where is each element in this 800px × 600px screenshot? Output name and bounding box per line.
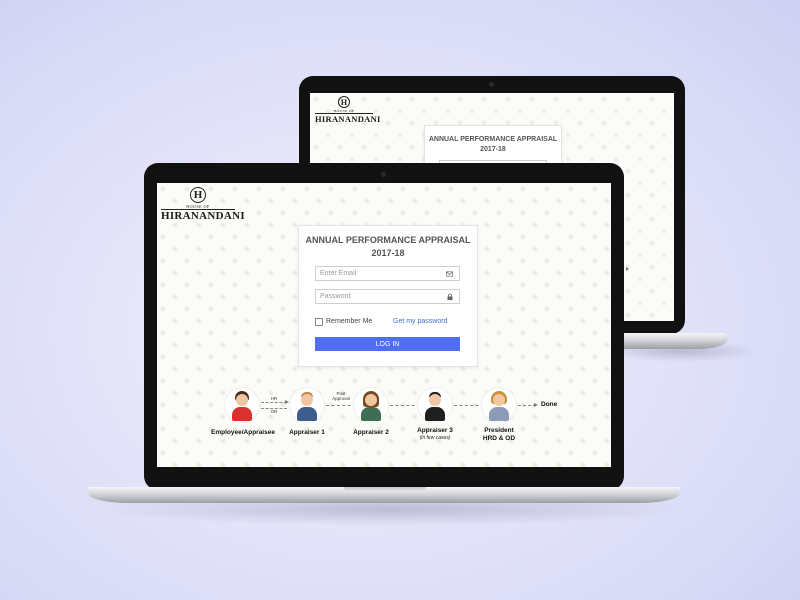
appraiser-2-avatar-icon	[354, 388, 388, 422]
email-placeholder: Enter Email	[320, 270, 357, 277]
back-logo-name: HIRANANDANI	[315, 113, 381, 124]
logo-name: HIRANANDANI	[161, 209, 245, 222]
step-employee-label: Employee/Appraisee	[211, 429, 275, 436]
back-laptop-base	[620, 333, 728, 349]
forgot-password-link[interactable]: Get my password	[393, 318, 447, 325]
password-placeholder: Password	[320, 293, 351, 300]
connector-hr-label: HR	[270, 396, 278, 401]
president-avatar-icon	[482, 388, 516, 422]
appraiser-3-avatar-icon	[418, 388, 452, 422]
connector-approval-label: Approval	[332, 396, 350, 401]
back-logo-mark-icon: H	[338, 96, 350, 108]
appraiser-1-avatar-icon	[290, 388, 324, 422]
login-button[interactable]: LOG IN	[315, 337, 460, 351]
connector-2	[326, 405, 356, 406]
front-laptop-screen: H HOUSE OF HIRANANDANI ANNUAL PERFORMANC…	[157, 183, 611, 467]
step-president-label-line1: President	[484, 427, 514, 434]
lock-icon	[447, 293, 453, 300]
step-appraiser-3-label: Appraiser 3	[417, 427, 453, 434]
front-laptop-notch	[344, 487, 426, 492]
connector-1-top	[261, 402, 287, 403]
email-field[interactable]: Enter Email	[315, 266, 460, 281]
logo-mark-icon: H	[190, 187, 206, 203]
step-president-label-line2: HRD & OD	[482, 435, 516, 442]
step-appraiser-1-label: Appraiser 1	[289, 429, 325, 436]
front-laptop-camera	[381, 172, 386, 177]
connector-1-top-arrow	[285, 399, 289, 404]
login-card: ANNUAL PERFORMANCE APPRAISAL 2017-18 Ent…	[298, 225, 478, 367]
connector-or-label: OR	[270, 409, 278, 414]
connector-5-arrow	[534, 402, 538, 407]
password-field[interactable]: Password	[315, 289, 460, 304]
back-logo: H HOUSE OF HIRANANDANI	[315, 96, 381, 124]
back-laptop-camera	[489, 82, 494, 87]
envelope-icon	[446, 271, 453, 276]
logo: H HOUSE OF HIRANANDANI	[161, 187, 245, 222]
remember-me-label: Remember Me	[326, 318, 373, 325]
step-appraiser-2-label: Appraiser 2	[353, 429, 389, 436]
done-label: Done	[541, 401, 558, 408]
back-flow-arrow-head	[626, 267, 629, 271]
employee-avatar-icon	[225, 388, 259, 422]
login-title-line1: ANNUAL PERFORMANCE APPRAISAL	[305, 235, 471, 245]
login-title-line2: 2017-18	[371, 248, 405, 258]
connector-4	[454, 405, 484, 406]
back-login-title-line2: 2017-18	[480, 146, 506, 153]
connector-3	[390, 405, 420, 406]
back-login-title-line1: ANNUAL PERFORMANCE APPRAISAL	[428, 136, 558, 143]
remember-me-checkbox[interactable]	[315, 318, 323, 326]
step-appraiser-3-note: (in few cases)	[419, 435, 451, 441]
